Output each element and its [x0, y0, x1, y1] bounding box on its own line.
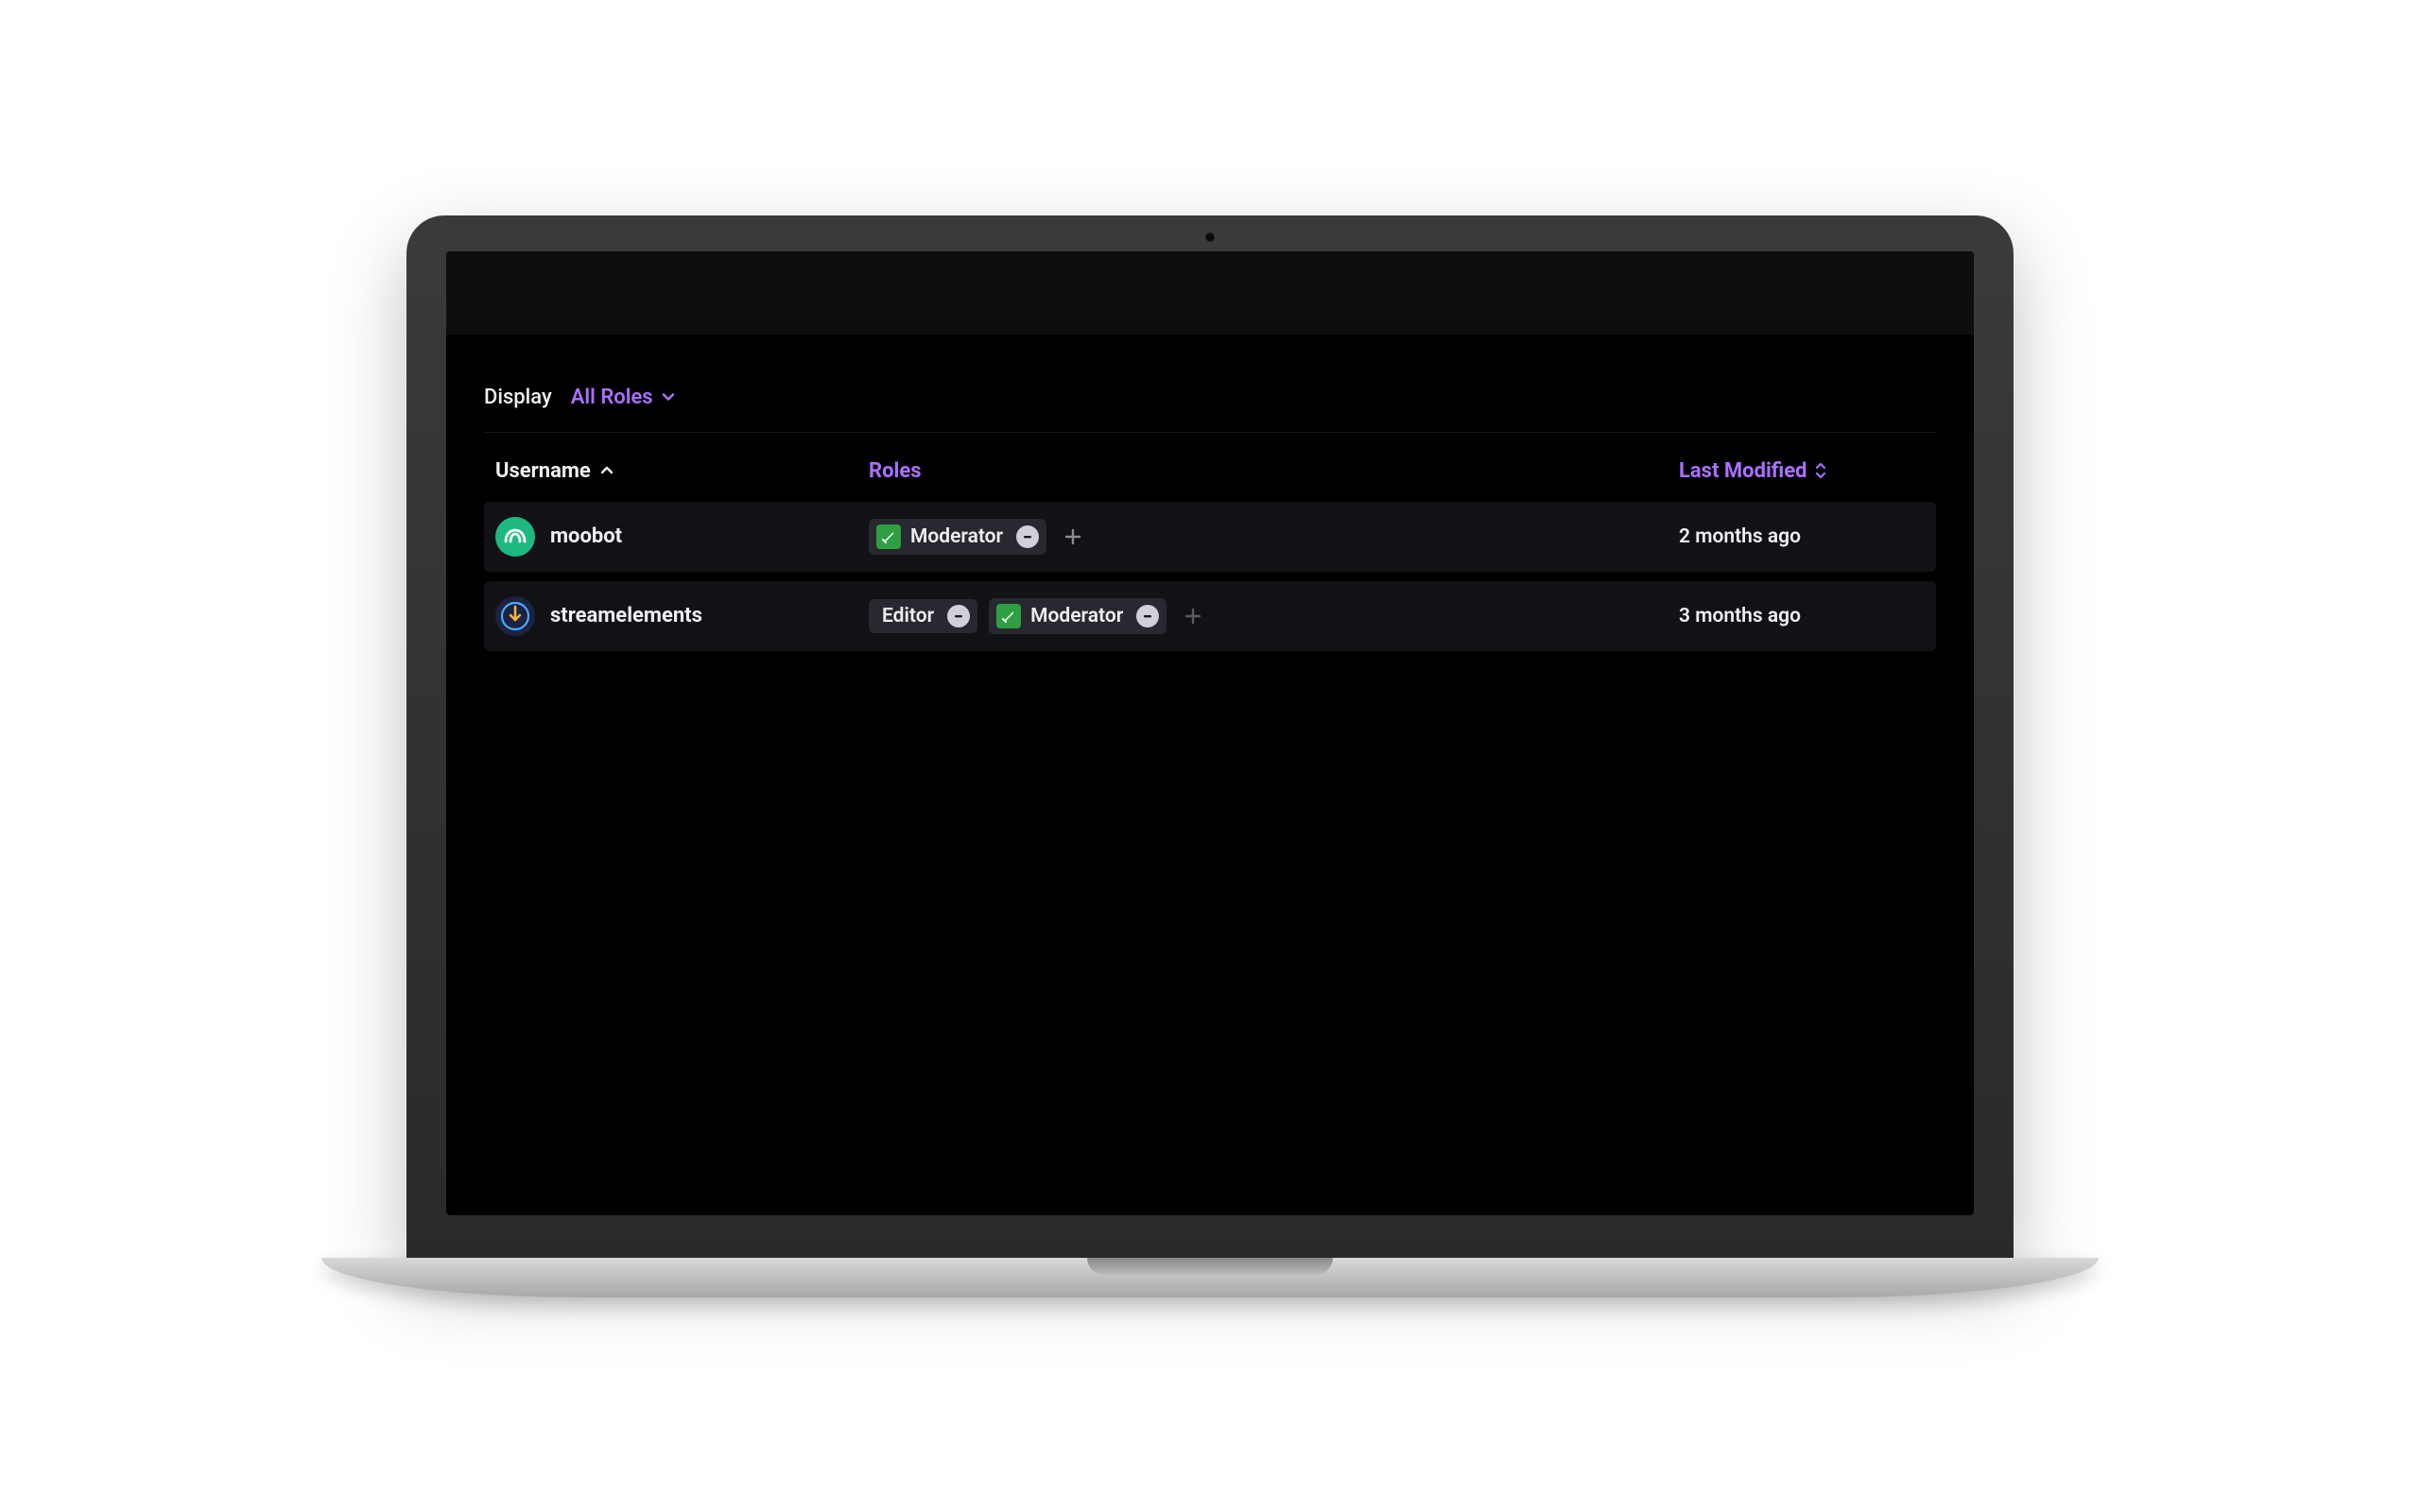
- column-modified-label: Last Modified: [1679, 459, 1806, 483]
- remove-role-button[interactable]: [1016, 525, 1039, 548]
- top-navbar: [446, 251, 1974, 335]
- column-header-roles: Roles: [869, 459, 1679, 483]
- role-label: Editor: [882, 605, 934, 627]
- roles-filter-dropdown[interactable]: All Roles: [571, 386, 676, 409]
- user-cell[interactable]: moobot: [495, 517, 869, 557]
- moderator-sword-icon: [996, 604, 1021, 628]
- add-role-button[interactable]: [1058, 522, 1088, 552]
- add-role-button[interactable]: [1178, 601, 1208, 631]
- moderator-sword-icon: [876, 524, 901, 549]
- laptop-screen: Display All Roles: [446, 251, 1974, 1215]
- main-content: Display All Roles: [446, 335, 1974, 689]
- laptop-mockup-frame: Display All Roles: [406, 215, 2014, 1297]
- filter-bar: Display All Roles: [484, 363, 1936, 433]
- chevron-down-icon: [661, 389, 676, 404]
- sort-both-icon: [1814, 462, 1827, 479]
- last-modified-cell: 3 months ago: [1679, 605, 1925, 627]
- role-chip-moderator: Moderator: [989, 598, 1167, 634]
- roles-cell: Moderator: [869, 519, 1679, 555]
- column-username-label: Username: [495, 459, 591, 483]
- display-label: Display: [484, 386, 552, 409]
- column-header-last-modified[interactable]: Last Modified: [1679, 459, 1925, 483]
- laptop-bezel: Display All Roles: [406, 215, 2014, 1258]
- column-header-username[interactable]: Username: [495, 459, 869, 483]
- username-text: moobot: [550, 524, 622, 548]
- table-row: streamelements Editor: [484, 581, 1936, 651]
- table-header-row: Username Roles Last Modified: [484, 433, 1936, 502]
- role-chip-editor: Editor: [869, 599, 977, 633]
- roles-filter-label: All Roles: [571, 386, 653, 409]
- laptop-camera: [1205, 232, 1215, 242]
- column-roles-label: Roles: [869, 459, 922, 483]
- remove-role-button[interactable]: [1136, 605, 1159, 627]
- app-root: Display All Roles: [446, 251, 1974, 1215]
- role-label: Moderator: [1030, 605, 1123, 627]
- user-cell[interactable]: streamelements: [495, 596, 869, 636]
- sort-up-icon: [600, 464, 614, 477]
- table-row: moobot Moderator: [484, 502, 1936, 572]
- avatar: [495, 596, 535, 636]
- laptop-base: [321, 1258, 2099, 1297]
- roles-cell: Editor: [869, 598, 1679, 634]
- avatar: [495, 517, 535, 557]
- username-text: streamelements: [550, 604, 702, 627]
- role-chip-moderator: Moderator: [869, 519, 1046, 555]
- role-label: Moderator: [910, 525, 1003, 548]
- laptop-trackpad-notch: [1087, 1258, 1333, 1275]
- last-modified-cell: 2 months ago: [1679, 525, 1925, 548]
- remove-role-button[interactable]: [947, 605, 970, 627]
